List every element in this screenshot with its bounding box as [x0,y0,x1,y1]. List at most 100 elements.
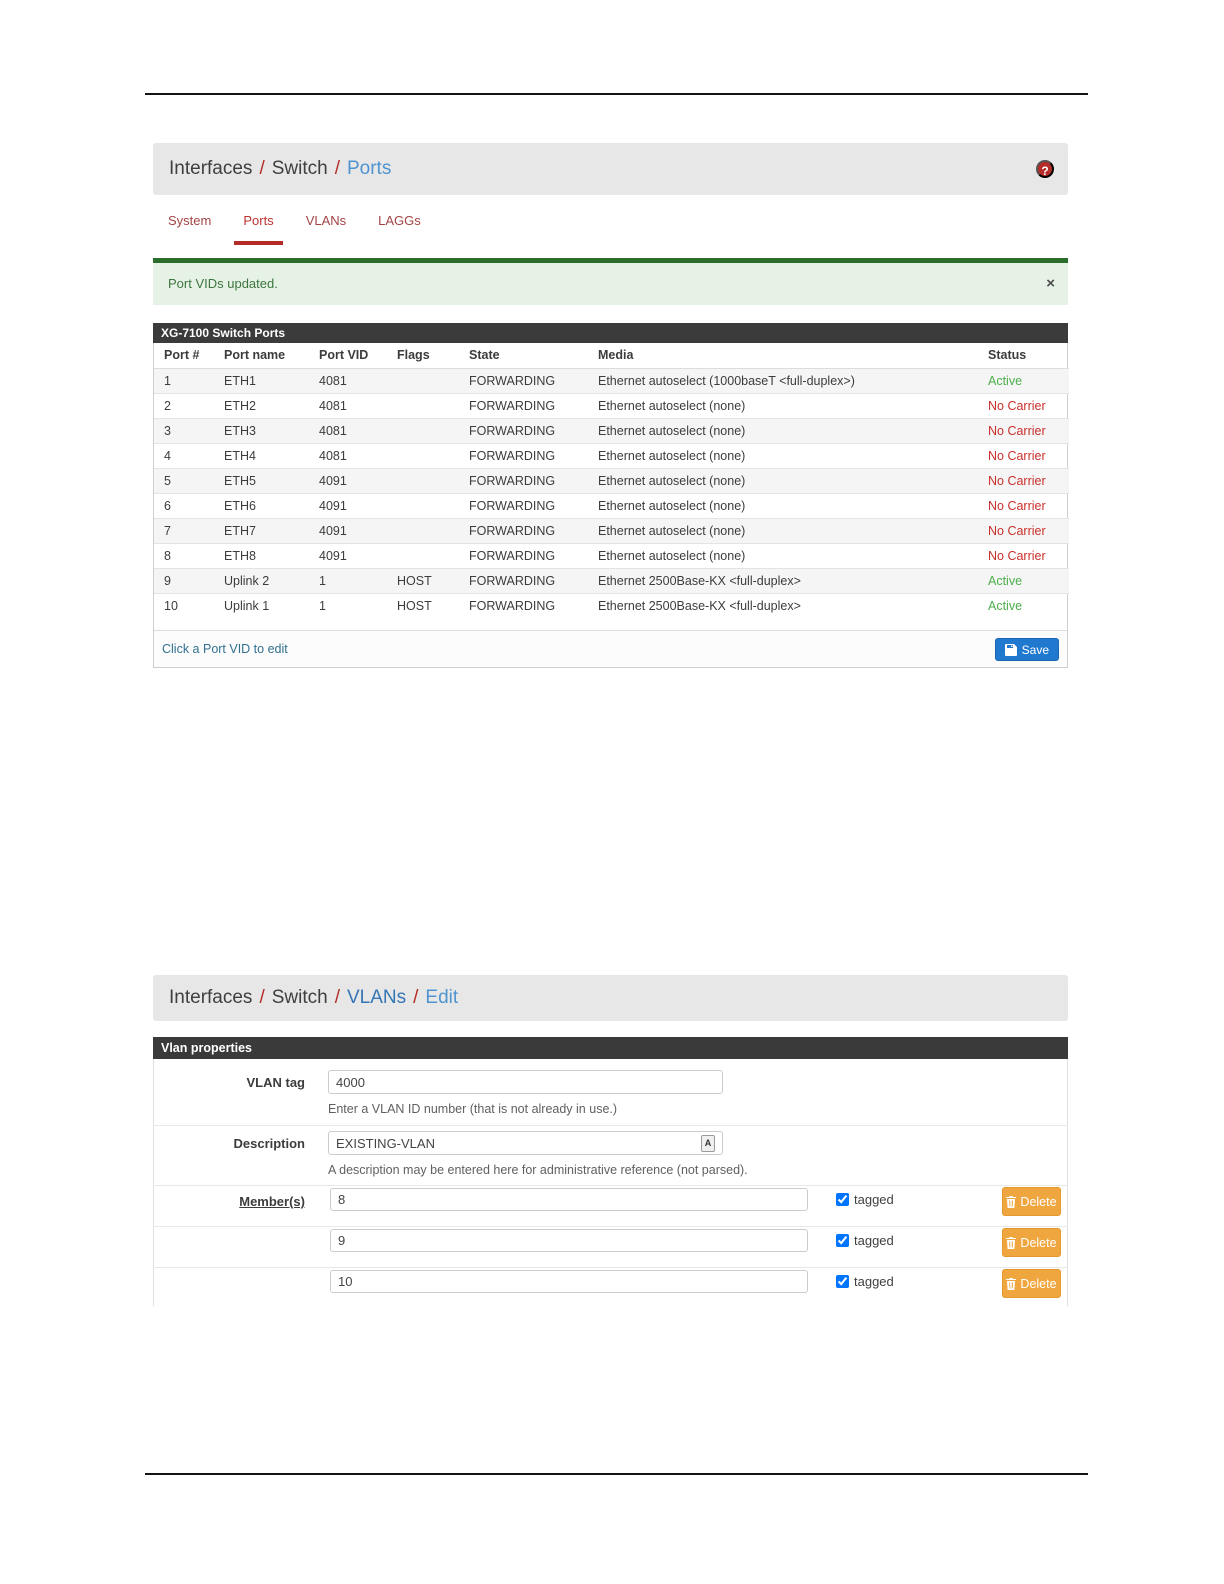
cell-state: FORWARDING [459,567,588,593]
cell-media: Ethernet autoselect (none) [588,517,978,543]
close-icon[interactable]: × [1046,275,1055,293]
page-bottom-rule [145,1473,1088,1475]
cell-state: FORWARDING [459,592,588,618]
cell-vid[interactable]: 1 [309,592,387,618]
breadcrumb-interfaces[interactable]: Interfaces [169,987,252,1009]
cell-port: 3 [154,417,214,443]
member-port-input[interactable] [330,1270,808,1293]
cell-port: 2 [154,392,214,418]
member-port-input[interactable] [330,1229,808,1252]
cell-state: FORWARDING [459,442,588,468]
page-top-rule [145,93,1088,95]
delete-member-button[interactable]: Delete [1002,1228,1061,1257]
table-row: 6 ETH6 4091 FORWARDING Ethernet autoselect (… [154,492,1069,518]
panel-title: XG-7100 Switch Ports [153,323,1068,343]
status-badge: No Carrier [978,442,1069,468]
breadcrumb-separator: / [259,158,265,179]
table-row: 8 ETH8 4091 FORWARDING Ethernet autoselect (… [154,542,1069,568]
cell-media: Ethernet autoselect (1000baseT <full-dup… [588,367,978,393]
tagged-label: tagged [854,1192,894,1207]
tab-ports[interactable]: Ports [234,205,284,248]
cell-name: ETH6 [214,492,309,518]
table-row: 5 ETH5 4091 FORWARDING Ethernet autoselect (… [154,467,1069,493]
cell-vid[interactable]: 4081 [309,367,387,393]
tagged-checkbox[interactable] [836,1234,849,1247]
cell-flags [387,517,459,543]
cell-name: ETH4 [214,442,309,468]
status-badge: No Carrier [978,517,1069,543]
row-divider [153,1185,1068,1186]
col-flags: Flags [387,343,459,369]
cell-name: Uplink 2 [214,567,309,593]
cell-flags [387,392,459,418]
vlan-properties-panel [153,1059,1068,1306]
breadcrumb-interfaces[interactable]: Interfaces [169,158,252,180]
cell-vid[interactable]: 4081 [309,392,387,418]
vlan-tag-help: Enter a VLAN ID number (that is not alre… [328,1102,618,1116]
members-label: Member(s) [239,1194,305,1209]
description-help: A description may be entered here for ad… [328,1163,748,1177]
tab-vlans[interactable]: VLANs [306,205,346,248]
col-port: Port # [154,343,214,369]
tab-system[interactable]: System [168,205,211,248]
cell-name: ETH1 [214,367,309,393]
row-divider [153,1125,1068,1126]
edit-port-vid-link[interactable]: Click a Port VID to edit [154,631,288,668]
breadcrumb-ports[interactable]: Ports [347,158,391,180]
table-row: 1 ETH1 4081 FORWARDING Ethernet autoselect (… [154,367,1069,393]
status-badge: No Carrier [978,392,1069,418]
vlan-tag-label: VLAN tag [246,1075,306,1090]
breadcrumb-edit[interactable]: Edit [425,987,458,1009]
delete-member-button[interactable]: Delete [1002,1187,1061,1216]
document-page: Interfaces / Switch / Ports ? System Por… [0,0,1224,1584]
breadcrumb-separator: / [334,987,340,1008]
cell-state: FORWARDING [459,542,588,568]
description-input[interactable] [328,1131,723,1155]
table-row: 9 Uplink 2 1 HOST FORWARDING Ethernet 2500Bas… [154,567,1069,593]
cell-name: ETH2 [214,392,309,418]
cell-flags [387,542,459,568]
cell-state: FORWARDING [459,467,588,493]
help-icon[interactable]: ? [1036,160,1054,178]
row-divider [153,1267,1068,1268]
col-state: State [459,343,588,369]
switch-tabs: System Ports VLANs LAGGs [168,205,421,248]
delete-member-button[interactable]: Delete [1002,1269,1061,1298]
cell-vid[interactable]: 4081 [309,417,387,443]
cell-flags [387,367,459,393]
panel-footer: Click a Port VID to edit Save [154,630,1067,667]
tab-laggs[interactable]: LAGGs [378,205,421,248]
vlan-tag-input[interactable] [328,1070,723,1094]
cell-vid[interactable]: 4091 [309,517,387,543]
cell-vid[interactable]: 4091 [309,492,387,518]
tagged-checkbox[interactable] [836,1193,849,1206]
cell-vid[interactable]: 4091 [309,542,387,568]
breadcrumb-switch[interactable]: Switch [272,987,328,1009]
breadcrumb-switch[interactable]: Switch [272,158,328,180]
cell-name: ETH8 [214,542,309,568]
breadcrumb: Interfaces / Switch / VLANs / Edit [153,975,1068,1021]
member-port-input[interactable] [330,1188,808,1211]
table-row: 7 ETH7 4091 FORWARDING Ethernet autoselect (… [154,517,1069,543]
cell-port: 10 [154,592,214,618]
delete-button-label: Delete [1020,1276,1057,1291]
cell-vid[interactable]: 1 [309,567,387,593]
cell-vid[interactable]: 4081 [309,442,387,468]
delete-button-label: Delete [1020,1235,1057,1250]
status-badge: No Carrier [978,417,1069,443]
save-button[interactable]: Save [994,638,1059,661]
cell-flags [387,467,459,493]
cell-port: 1 [154,367,214,393]
row-divider [153,1226,1068,1227]
cell-flags: HOST [387,567,459,593]
cell-port: 9 [154,567,214,593]
floppy-save-icon [1004,643,1017,656]
tagged-checkbox[interactable] [836,1275,849,1288]
table-header-row: Port # Port name Port VID Flags State Me… [154,343,1069,369]
breadcrumb-separator: / [413,987,419,1008]
alert-message: Port VIDs updated. [168,276,278,291]
cell-vid[interactable]: 4091 [309,467,387,493]
cell-media: Ethernet autoselect (none) [588,442,978,468]
cell-media: Ethernet autoselect (none) [588,492,978,518]
breadcrumb-vlans[interactable]: VLANs [347,987,406,1009]
